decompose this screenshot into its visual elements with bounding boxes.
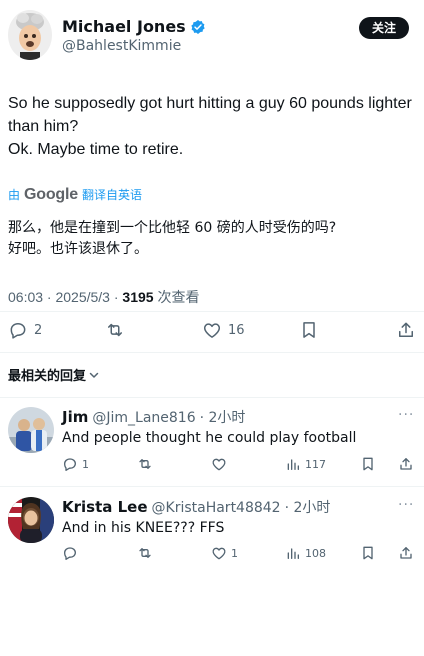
bookmark-action[interactable] [299,320,319,340]
reply-views-action[interactable]: 117 [285,456,326,472]
author-avatar[interactable] [8,10,52,60]
heart-icon [212,547,226,560]
reply-icon [64,458,76,471]
bookmark-icon [303,322,315,338]
reply-icon [64,547,76,560]
tweet-timestamp[interactable]: 06:03 · 2025/5/3 · [8,289,122,305]
replies-sort-label: 最相关的回复 [8,369,87,384]
heart-icon [203,323,221,338]
verified-badge-icon [191,19,205,34]
like-action[interactable]: 16 [202,320,245,340]
reply-author-handle[interactable]: @Jim_Lane816 [92,410,195,426]
tweet-text-line: Ok. Maybe time to retire. [8,141,184,158]
more-options-icon[interactable]: ··· [398,407,414,423]
like-count: 16 [228,322,245,338]
divider [0,352,424,353]
reply-time[interactable]: · 2小时 [285,497,331,517]
translated-text-line: 那么，他是在撞到一个比他轻 60 磅的人时受伤的吗? [8,220,337,236]
translate-label[interactable]: 翻译自英语 [82,186,142,203]
heart-icon [212,458,226,471]
reply-bookmark-action[interactable] [360,545,376,561]
share-icon [400,547,412,559]
bookmark-icon [363,546,373,560]
reply-share-action[interactable] [398,456,414,472]
translation-attribution[interactable]: 由 Google 翻译自英语 [8,186,142,204]
follow-button[interactable]: 关注 [359,17,409,39]
reply-icon [10,323,26,339]
reply-views-action[interactable]: 108 [285,545,326,561]
analytics-icon [287,459,299,470]
replies-sort-dropdown[interactable]: 最相关的回复 [8,365,100,384]
reply-action[interactable]: 2 [8,320,42,340]
share-icon [400,458,412,470]
divider [0,397,424,398]
reply-avatar[interactable] [8,407,54,453]
chevron-down-icon [89,372,99,378]
view-label: 次查看 [153,289,200,305]
reply-like-action[interactable]: 1 [211,545,238,561]
author-handle[interactable]: @BahlestKimmie [62,38,181,54]
more-options-icon[interactable]: ··· [398,497,414,513]
translated-text-line: 好吧。也许该退休了。 [8,241,148,257]
divider [0,311,424,312]
analytics-icon [287,548,299,559]
google-logo: Google [24,186,78,203]
reply-retweet-action[interactable] [137,456,157,472]
view-count: 108 [305,546,326,560]
reply-reply-action[interactable] [62,545,82,561]
tweet-text-line: So he supposedly got hurt hitting a guy … [8,95,412,135]
reply-bookmark-action[interactable] [360,456,376,472]
author-name[interactable]: Michael Jones [62,17,206,36]
reply-author-handle[interactable]: @KristaHart48842 [152,500,281,516]
author-name-text[interactable]: Michael Jones [62,17,186,36]
view-count: 3195 [122,289,154,305]
reply-text: And people thought he could play footbal… [62,430,357,446]
retweet-icon [139,459,151,469]
reply-reply-action[interactable]: 1 [62,456,89,472]
translate-by: 由 [8,188,21,202]
reply-author-name[interactable]: Krista Lee [62,498,148,516]
reply-count: 2 [34,322,43,338]
tweet-meta: 06:03 · 2025/5/3 · 3195 次查看 [8,287,199,307]
share-icon [399,322,413,337]
share-action[interactable] [396,320,416,340]
retweet-icon [139,548,151,558]
retweet-action[interactable] [105,320,131,340]
reply-header: Krista Lee @KristaHart48842 · 2小时 [62,497,330,517]
translated-text: 那么，他是在撞到一个比他轻 60 磅的人时受伤的吗? 好吧。也许该退休了。 [8,218,420,260]
reply-text: And in his KNEE??? FFS [62,520,225,536]
reply-time[interactable]: · 2小时 [200,407,246,427]
reply-header: Jim @Jim_Lane816 · 2小时 [62,407,245,427]
reply-retweet-action[interactable] [137,545,157,561]
retweet-icon [108,323,122,337]
divider [0,486,424,487]
reply-count: 1 [82,457,89,471]
like-count: 1 [231,546,238,560]
reply-author-name[interactable]: Jim [62,408,88,426]
view-count: 117 [305,457,326,471]
bookmark-icon [363,457,373,471]
reply-avatar[interactable] [8,497,54,543]
reply-share-action[interactable] [398,545,414,561]
tweet-text: So he supposedly got hurt hitting a guy … [8,92,420,161]
reply-like-action[interactable] [211,456,231,472]
